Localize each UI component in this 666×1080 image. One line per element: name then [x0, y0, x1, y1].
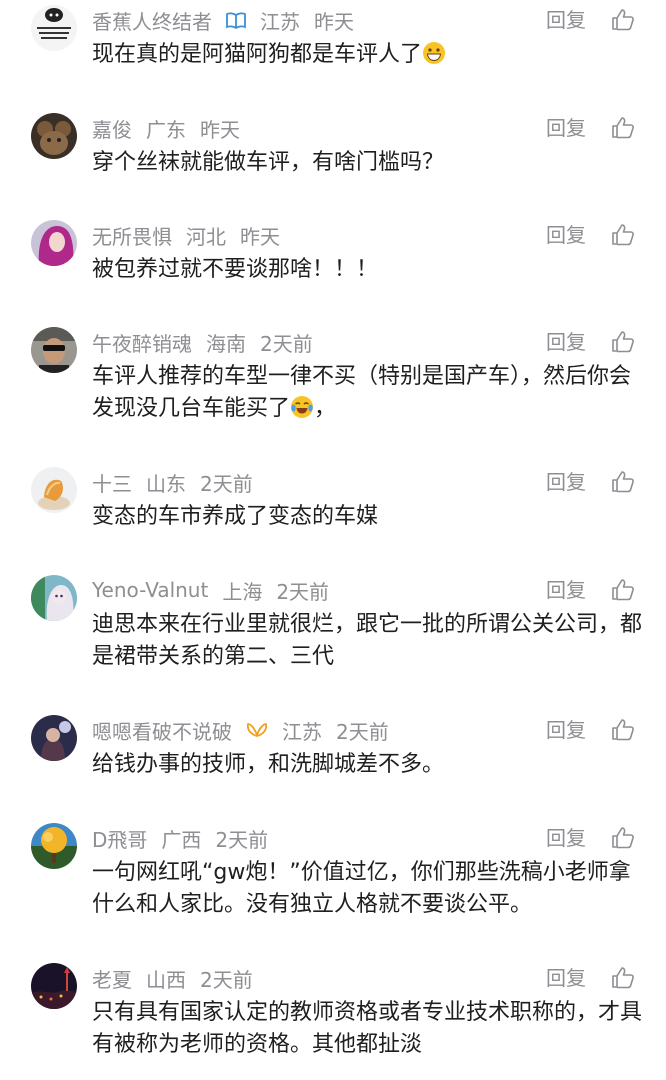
avatar[interactable] — [31, 5, 77, 51]
comment-meta: 香蕉人终结者 江苏 昨天 — [92, 5, 368, 35]
avatar[interactable] — [31, 467, 77, 513]
thumbs-up-icon[interactable] — [611, 116, 635, 140]
reply-button[interactable]: 回复 — [546, 5, 586, 35]
tears-of-joy-emoji-icon — [291, 396, 314, 418]
reply-button[interactable]: 回复 — [546, 715, 586, 745]
comment-meta: 嘉俊 广东 昨天 — [92, 113, 254, 143]
comment-time: 2天前 — [260, 331, 313, 356]
thumbs-up-icon[interactable] — [611, 330, 635, 354]
comment-meta: 无所畏惧 河北 昨天 — [92, 220, 294, 250]
comment-meta: Yeno-Valnut 上海 2天前 — [92, 575, 343, 605]
comment-location: 广西 — [161, 827, 202, 852]
comment-location: 河北 — [186, 224, 226, 249]
comment-text: 给钱办事的技师，和洗脚城差不多。 — [92, 752, 445, 777]
comment-text: 被包养过就不要谈那啥！！！ — [92, 257, 379, 282]
commenter-name[interactable]: 午夜醉销魂 — [92, 328, 192, 357]
commenter-name[interactable]: 老夏 — [92, 964, 132, 993]
avatar[interactable] — [31, 327, 77, 373]
comment-time: 2天前 — [336, 719, 389, 744]
commenter-name[interactable]: 嘉俊 — [92, 114, 132, 143]
commenter-name[interactable]: 香蕉人终结者 — [92, 6, 212, 35]
comment-location: 山东 — [146, 471, 186, 496]
reply-button[interactable]: 回复 — [546, 327, 586, 357]
comment-location: 江苏 — [282, 719, 322, 744]
avatar[interactable] — [31, 715, 77, 761]
commenter-name[interactable]: 十三 — [92, 468, 132, 497]
reply-button[interactable]: 回复 — [546, 963, 586, 993]
comment-time: 昨天 — [240, 224, 280, 249]
avatar[interactable] — [31, 575, 77, 621]
comment-location: 广东 — [146, 117, 186, 142]
comment-time: 2天前 — [200, 967, 253, 992]
thumbs-up-icon[interactable] — [611, 718, 635, 742]
reply-button[interactable]: 回复 — [546, 220, 586, 250]
thumbs-up-icon[interactable] — [611, 826, 635, 850]
thumbs-up-icon[interactable] — [611, 470, 635, 494]
comment-time: 2天前 — [215, 827, 269, 852]
comment-time: 2天前 — [276, 579, 330, 604]
comment-text: 车评人推荐的车型一律不买（特别是国产车），然后你会发现没几台车能买了， — [92, 364, 632, 421]
thumbs-up-icon[interactable] — [611, 8, 635, 32]
comment-meta: 十三 山东 2天前 — [92, 467, 267, 497]
comment-text: 变态的车市养成了变态的车媒 — [92, 504, 379, 529]
thumbs-up-icon[interactable] — [611, 578, 635, 602]
orange-butterfly-badge-icon — [246, 721, 268, 739]
comment-meta: 老夏 山西 2天前 — [92, 963, 267, 993]
comment-meta: 嗯嗯看破不说破 江苏 2天前 — [92, 715, 403, 745]
comment-location: 江苏 — [260, 9, 300, 34]
avatar[interactable] — [31, 113, 77, 159]
comment-text: 只有具有国家认定的教师资格或者专业技术职称的，才具有被称为老师的资格。其他都扯淡 — [92, 1000, 643, 1057]
commenter-name[interactable]: 无所畏惧 — [92, 221, 172, 250]
comment-time: 昨天 — [200, 117, 240, 142]
comment-meta: 午夜醉销魂 海南 2天前 — [92, 327, 327, 357]
avatar[interactable] — [31, 963, 77, 1009]
reply-button[interactable]: 回复 — [546, 467, 586, 497]
comment-text: 一句网红吼“gw炮！”价值过亿，你们那些洗稿小老师拿什么和人家比。没有独立人格就… — [92, 860, 631, 917]
thumbs-up-icon[interactable] — [611, 966, 635, 990]
avatar[interactable] — [31, 823, 77, 869]
comment-location: 山西 — [146, 967, 186, 992]
comment-location: 海南 — [206, 331, 246, 356]
comment-text: 穿个丝袜就能做车评，有啥门槛吗？ — [92, 150, 445, 175]
comment-text: 迪思本来在行业里就很烂，跟它一批的所谓公关公司，都是裙带关系的第二、三代 — [92, 612, 643, 669]
commenter-name[interactable]: Yeno-Valnut — [92, 578, 208, 602]
comment-time: 2天前 — [200, 471, 253, 496]
commenter-name[interactable]: 嗯嗯看破不说破 — [92, 716, 232, 745]
reply-button[interactable]: 回复 — [546, 113, 586, 143]
avatar[interactable] — [31, 220, 77, 266]
comment-time: 昨天 — [314, 9, 354, 34]
comment-meta: D飛哥 广西 2天前 — [92, 823, 282, 853]
comment-list: 香蕉人终结者 江苏 昨天 回复 现在真的是阿猫阿狗都是车评人了 嘉俊 广东 昨天… — [0, 0, 666, 1080]
commenter-name[interactable]: D飛哥 — [92, 824, 147, 853]
reply-button[interactable]: 回复 — [546, 575, 586, 605]
comment-text: 现在真的是阿猫阿狗都是车评人了 — [92, 39, 642, 71]
comment-location: 上海 — [222, 579, 263, 604]
reply-button[interactable]: 回复 — [546, 823, 586, 853]
blue-book-badge-icon — [226, 11, 246, 29]
thumbs-up-icon[interactable] — [611, 223, 635, 247]
grinning-emoji-icon — [423, 42, 446, 64]
